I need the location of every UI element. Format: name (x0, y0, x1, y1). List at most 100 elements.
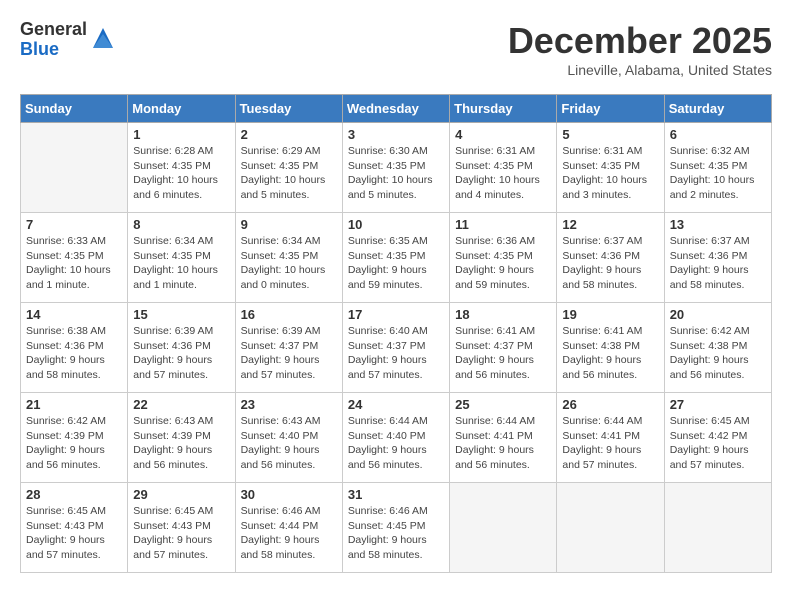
day-info: Sunrise: 6:34 AMSunset: 4:35 PMDaylight:… (241, 234, 337, 293)
day-info: Sunrise: 6:44 AMSunset: 4:41 PMDaylight:… (455, 414, 551, 473)
day-number: 10 (348, 217, 444, 232)
day-number: 24 (348, 397, 444, 412)
day-number: 29 (133, 487, 229, 502)
logo-blue-text: Blue (20, 40, 87, 60)
day-number: 11 (455, 217, 551, 232)
day-number: 8 (133, 217, 229, 232)
header-row: SundayMondayTuesdayWednesdayThursdayFrid… (21, 95, 772, 123)
day-info: Sunrise: 6:45 AMSunset: 4:43 PMDaylight:… (133, 504, 229, 563)
calendar-body: 1 Sunrise: 6:28 AMSunset: 4:35 PMDaylight… (21, 123, 772, 573)
header-day-tuesday: Tuesday (235, 95, 342, 123)
calendar-cell: 5 Sunrise: 6:31 AMSunset: 4:35 PMDaylight… (557, 123, 664, 213)
calendar-cell: 24 Sunrise: 6:44 AMSunset: 4:40 PMDayligh… (342, 393, 449, 483)
day-number: 17 (348, 307, 444, 322)
calendar-cell: 28 Sunrise: 6:45 AMSunset: 4:43 PMDayligh… (21, 483, 128, 573)
calendar-cell: 22 Sunrise: 6:43 AMSunset: 4:39 PMDayligh… (128, 393, 235, 483)
calendar-week-3: 21 Sunrise: 6:42 AMSunset: 4:39 PMDayligh… (21, 393, 772, 483)
day-number: 2 (241, 127, 337, 142)
day-number: 12 (562, 217, 658, 232)
calendar-header: SundayMondayTuesdayWednesdayThursdayFrid… (21, 95, 772, 123)
calendar-week-4: 28 Sunrise: 6:45 AMSunset: 4:43 PMDayligh… (21, 483, 772, 573)
day-info: Sunrise: 6:31 AMSunset: 4:35 PMDaylight:… (562, 144, 658, 203)
day-info: Sunrise: 6:40 AMSunset: 4:37 PMDaylight:… (348, 324, 444, 383)
header-day-thursday: Thursday (450, 95, 557, 123)
day-info: Sunrise: 6:42 AMSunset: 4:39 PMDaylight:… (26, 414, 122, 473)
calendar-cell: 16 Sunrise: 6:39 AMSunset: 4:37 PMDayligh… (235, 303, 342, 393)
calendar-cell: 4Sunrise: 6:31 AMSunset: 4:35 PMDaylight… (450, 123, 557, 213)
day-number: 22 (133, 397, 229, 412)
calendar-cell (664, 483, 771, 573)
calendar-cell: 11 Sunrise: 6:36 AMSunset: 4:35 PMDayligh… (450, 213, 557, 303)
day-info: Sunrise: 6:34 AMSunset: 4:35 PMDaylight:… (133, 234, 229, 293)
calendar-cell: 9 Sunrise: 6:34 AMSunset: 4:35 PMDaylight… (235, 213, 342, 303)
calendar-cell: 1 Sunrise: 6:28 AMSunset: 4:35 PMDaylight… (128, 123, 235, 213)
calendar-cell: 18Sunrise: 6:41 AMSunset: 4:37 PMDayligh… (450, 303, 557, 393)
calendar-cell: 29 Sunrise: 6:45 AMSunset: 4:43 PMDayligh… (128, 483, 235, 573)
calendar-cell: 12 Sunrise: 6:37 AMSunset: 4:36 PMDayligh… (557, 213, 664, 303)
day-info: Sunrise: 6:31 AMSunset: 4:35 PMDaylight:… (455, 144, 551, 203)
calendar-cell: 13Sunrise: 6:37 AMSunset: 4:36 PMDayligh… (664, 213, 771, 303)
day-number: 31 (348, 487, 444, 502)
calendar-cell: 3Sunrise: 6:30 AMSunset: 4:35 PMDaylight… (342, 123, 449, 213)
day-info: Sunrise: 6:39 AMSunset: 4:36 PMDaylight:… (133, 324, 229, 383)
calendar-cell: 6 Sunrise: 6:32 AMSunset: 4:35 PMDaylight… (664, 123, 771, 213)
day-info: Sunrise: 6:30 AMSunset: 4:35 PMDaylight:… (348, 144, 444, 203)
header-day-friday: Friday (557, 95, 664, 123)
day-number: 1 (133, 127, 229, 142)
header-day-saturday: Saturday (664, 95, 771, 123)
header-day-wednesday: Wednesday (342, 95, 449, 123)
day-number: 7 (26, 217, 122, 232)
month-title: December 2025 (508, 20, 772, 62)
calendar-cell: 27 Sunrise: 6:45 AMSunset: 4:42 PMDayligh… (664, 393, 771, 483)
day-info: Sunrise: 6:41 AMSunset: 4:37 PMDaylight:… (455, 324, 551, 383)
calendar-cell: 26 Sunrise: 6:44 AMSunset: 4:41 PMDayligh… (557, 393, 664, 483)
logo-general-text: General (20, 20, 87, 40)
day-info: Sunrise: 6:43 AMSunset: 4:39 PMDaylight:… (133, 414, 229, 473)
day-number: 19 (562, 307, 658, 322)
day-number: 6 (670, 127, 766, 142)
title-block: December 2025 Lineville, Alabama, United… (508, 20, 772, 78)
page-header: General Blue December 2025 Lineville, Al… (20, 20, 772, 78)
calendar-cell: 20Sunrise: 6:42 AMSunset: 4:38 PMDayligh… (664, 303, 771, 393)
day-info: Sunrise: 6:43 AMSunset: 4:40 PMDaylight:… (241, 414, 337, 473)
calendar-cell: 19Sunrise: 6:41 AMSunset: 4:38 PMDayligh… (557, 303, 664, 393)
day-info: Sunrise: 6:44 AMSunset: 4:40 PMDaylight:… (348, 414, 444, 473)
calendar-cell (450, 483, 557, 573)
day-number: 20 (670, 307, 766, 322)
day-number: 5 (562, 127, 658, 142)
day-number: 26 (562, 397, 658, 412)
day-info: Sunrise: 6:46 AMSunset: 4:44 PMDaylight:… (241, 504, 337, 563)
day-number: 27 (670, 397, 766, 412)
day-number: 15 (133, 307, 229, 322)
calendar-cell: 2 Sunrise: 6:29 AMSunset: 4:35 PMDaylight… (235, 123, 342, 213)
day-info: Sunrise: 6:39 AMSunset: 4:37 PMDaylight:… (241, 324, 337, 383)
calendar-cell: 15 Sunrise: 6:39 AMSunset: 4:36 PMDayligh… (128, 303, 235, 393)
day-info: Sunrise: 6:44 AMSunset: 4:41 PMDaylight:… (562, 414, 658, 473)
day-info: Sunrise: 6:38 AMSunset: 4:36 PMDaylight:… (26, 324, 122, 383)
day-info: Sunrise: 6:45 AMSunset: 4:42 PMDaylight:… (670, 414, 766, 473)
header-day-monday: Monday (128, 95, 235, 123)
day-info: Sunrise: 6:32 AMSunset: 4:35 PMDaylight:… (670, 144, 766, 203)
calendar-week-0: 1 Sunrise: 6:28 AMSunset: 4:35 PMDaylight… (21, 123, 772, 213)
day-number: 30 (241, 487, 337, 502)
day-info: Sunrise: 6:46 AMSunset: 4:45 PMDaylight:… (348, 504, 444, 563)
calendar-cell: 14 Sunrise: 6:38 AMSunset: 4:36 PMDayligh… (21, 303, 128, 393)
day-number: 13 (670, 217, 766, 232)
calendar-cell: 30 Sunrise: 6:46 AMSunset: 4:44 PMDayligh… (235, 483, 342, 573)
day-number: 16 (241, 307, 337, 322)
day-info: Sunrise: 6:29 AMSunset: 4:35 PMDaylight:… (241, 144, 337, 203)
day-number: 23 (241, 397, 337, 412)
calendar-cell: 7Sunrise: 6:33 AMSunset: 4:35 PMDaylight… (21, 213, 128, 303)
day-number: 14 (26, 307, 122, 322)
calendar-cell (21, 123, 128, 213)
day-info: Sunrise: 6:36 AMSunset: 4:35 PMDaylight:… (455, 234, 551, 293)
day-number: 28 (26, 487, 122, 502)
day-info: Sunrise: 6:28 AMSunset: 4:35 PMDaylight:… (133, 144, 229, 203)
calendar-table: SundayMondayTuesdayWednesdayThursdayFrid… (20, 94, 772, 573)
day-info: Sunrise: 6:37 AMSunset: 4:36 PMDaylight:… (562, 234, 658, 293)
day-info: Sunrise: 6:45 AMSunset: 4:43 PMDaylight:… (26, 504, 122, 563)
day-number: 9 (241, 217, 337, 232)
header-day-sunday: Sunday (21, 95, 128, 123)
calendar-cell: 8 Sunrise: 6:34 AMSunset: 4:35 PMDaylight… (128, 213, 235, 303)
day-number: 21 (26, 397, 122, 412)
